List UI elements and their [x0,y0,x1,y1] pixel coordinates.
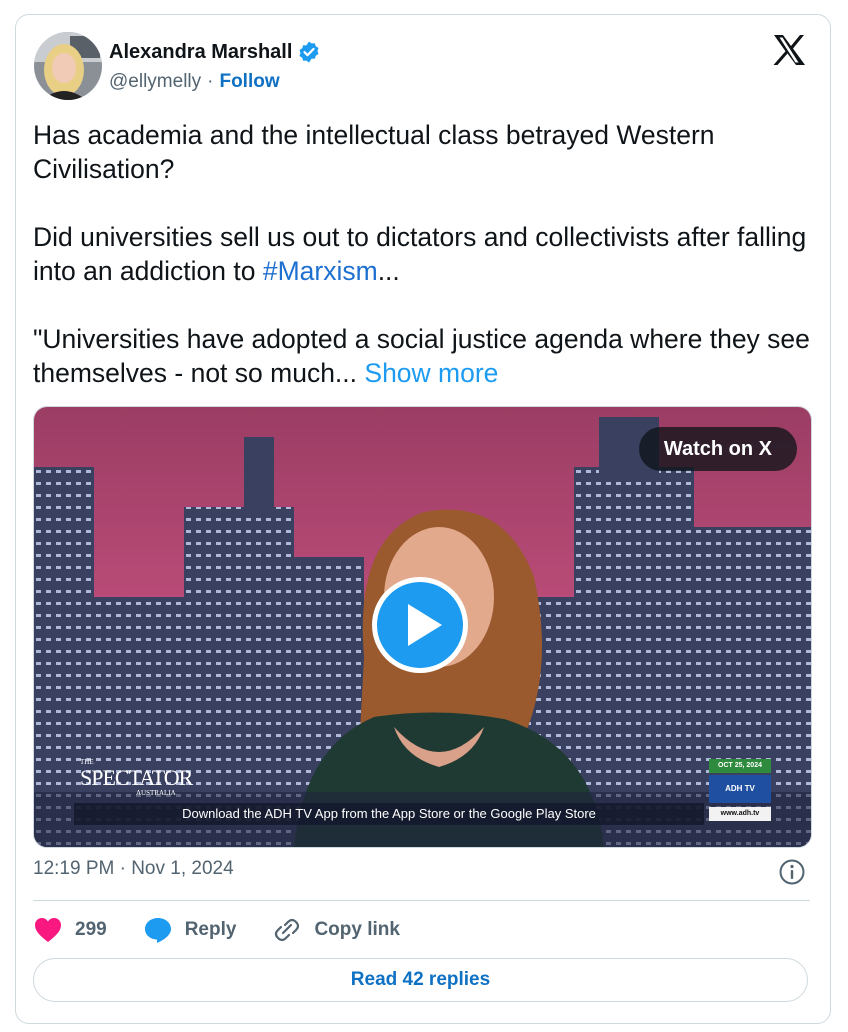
tweet-paragraph-2-text: Did universities sell us out to dictator… [33,222,807,286]
adh-date: OCT 25, 2024 [709,759,771,773]
tweet-timestamp[interactable]: 12:19 PM · Nov 1, 2024 [33,858,234,880]
author-name[interactable]: Alexandra Marshall [109,41,292,64]
play-icon[interactable] [370,575,470,675]
adh-url: www.adh.tv [709,807,771,821]
heart-icon [33,916,63,944]
handle-separator: · [207,71,214,92]
x-logo-icon[interactable] [772,34,806,66]
ellipsis: ... [377,256,400,286]
like-count: 299 [75,919,107,940]
spectator-logo-name: SPECTATOR [80,765,193,790]
adh-logo: ADH TV [709,775,771,803]
follow-button[interactable]: Follow [219,71,279,93]
avatar[interactable] [34,32,102,100]
info-icon[interactable] [778,858,806,886]
video-player[interactable]: Watch on X THE SPECTATOR AUSTRALIA Downl… [33,406,812,848]
show-more-link[interactable]: Show more [364,358,498,388]
reply-label: Reply [184,919,237,940]
hashtag-link[interactable]: #Marxism [263,256,378,286]
reply-bubble-icon [143,916,173,944]
tweet-paragraph-3: "Universities have adopted a social just… [33,322,813,390]
like-button[interactable]: 299 [33,916,107,944]
tweet-paragraph-2: Did universities sell us out to dictator… [33,220,813,288]
author-handle[interactable]: @ellymelly [109,71,201,93]
link-icon [272,916,302,944]
spectator-logo-sub: AUSTRALIA [136,789,176,797]
video-ticker: Download the ADH TV App from the App Sto… [74,803,704,825]
adh-tv-badge: OCT 25, 2024 ADH TV www.adh.tv [709,759,771,825]
copy-link-button[interactable]: Copy link [272,916,400,944]
read-replies-button[interactable]: Read 42 replies [33,958,808,1002]
reply-button[interactable]: Reply [143,916,237,944]
copy-link-label: Copy link [314,919,400,940]
watch-on-x-button[interactable]: Watch on X [638,427,797,471]
verified-badge-icon [297,40,321,64]
action-bar: 299 Reply Copy link [33,913,436,947]
tweet-body: Has academia and the intellectual class … [33,118,813,424]
divider [33,900,810,901]
tweet-paragraph-1: Has academia and the intellectual class … [33,120,715,184]
spectator-logo: THE SPECTATOR AUSTRALIA [76,757,196,797]
